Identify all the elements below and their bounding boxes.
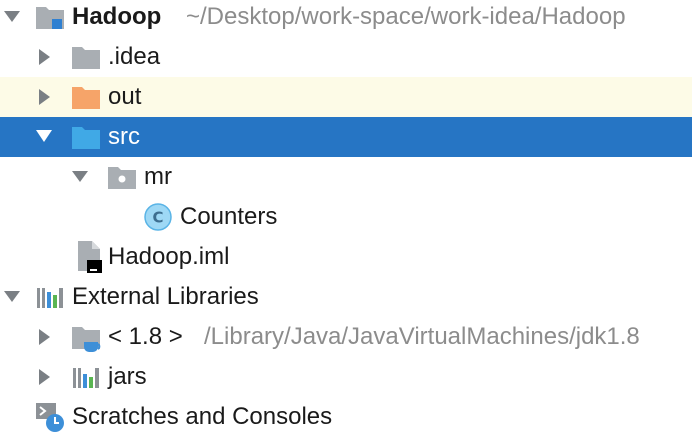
tree-item-out[interactable]: out xyxy=(0,77,692,117)
jars-library-icon xyxy=(70,357,102,397)
tree-item-label: .idea xyxy=(108,43,161,70)
package-icon xyxy=(106,157,138,197)
tree-item-jars[interactable]: jars xyxy=(0,357,692,397)
tree-item-hadoop[interactable]: Hadoop ~/Desktop/work-space/work-idea/Ha… xyxy=(0,0,692,37)
source-folder-icon xyxy=(70,117,102,157)
chevron-down-icon[interactable] xyxy=(2,277,22,317)
tree-item-label: out xyxy=(108,83,142,110)
tree-item-idea[interactable]: .idea xyxy=(0,37,692,77)
project-tree: Hadoop ~/Desktop/work-space/work-idea/Ha… xyxy=(0,0,692,440)
excluded-folder-icon xyxy=(70,77,102,117)
tree-item-counters[interactable]: C Counters xyxy=(0,197,692,237)
tree-item-label: Scratches and Consoles xyxy=(72,403,333,430)
tree-item-label: Hadoop.iml xyxy=(108,243,230,270)
chevron-right-icon[interactable] xyxy=(34,37,54,77)
tree-item-label: src xyxy=(108,123,140,150)
libraries-icon xyxy=(34,277,66,317)
tree-item-label: Counters xyxy=(180,203,278,230)
tree-item-path: /Library/Java/JavaVirtualMachines/jdk1.8 xyxy=(204,323,640,350)
tree-item-label: Hadoop xyxy=(72,3,162,30)
class-icon-letter: C xyxy=(152,209,163,227)
tree-item-jdk[interactable]: < 1.8 > /Library/Java/JavaVirtualMachine… xyxy=(0,317,692,357)
tree-item-label: < 1.8 > xyxy=(108,323,183,350)
tree-item-label: mr xyxy=(144,163,172,190)
jdk-icon xyxy=(70,317,102,357)
tree-item-mr[interactable]: mr xyxy=(0,157,692,197)
tree-item-src[interactable]: src xyxy=(0,117,692,157)
chevron-right-icon[interactable] xyxy=(34,357,54,397)
tree-item-label: External Libraries xyxy=(72,283,259,310)
chevron-right-icon[interactable] xyxy=(34,77,54,117)
tree-item-path: ~/Desktop/work-space/work-idea/Hadoop xyxy=(186,3,626,30)
tree-item-scratches[interactable]: Scratches and Consoles xyxy=(0,397,692,437)
iml-file-icon xyxy=(74,237,106,277)
chevron-down-icon[interactable] xyxy=(2,0,22,37)
chevron-down-icon[interactable] xyxy=(70,157,90,197)
class-icon: C xyxy=(142,197,174,237)
chevron-down-icon[interactable] xyxy=(34,117,54,157)
tree-item-external-libraries[interactable]: External Libraries xyxy=(0,277,692,317)
module-folder-icon xyxy=(34,0,66,37)
scratches-icon xyxy=(34,397,66,437)
tree-item-label: jars xyxy=(108,363,147,390)
tree-item-hadoop-iml[interactable]: Hadoop.iml xyxy=(0,237,692,277)
chevron-right-icon[interactable] xyxy=(34,317,54,357)
folder-icon xyxy=(70,37,102,77)
